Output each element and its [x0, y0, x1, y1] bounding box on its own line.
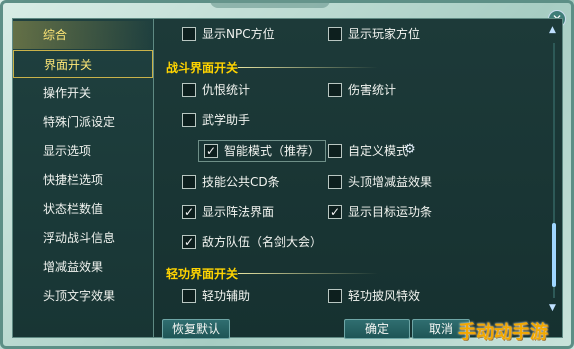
- options-panel: 显示NPC方位 显示玩家方位 战斗界面开关 仇恨统计 伤害统计 武学助手 智能模…: [153, 18, 563, 338]
- checkbox[interactable]: [182, 27, 196, 41]
- nav-item-school[interactable]: 特殊门派设定: [13, 108, 153, 136]
- nav-item-floating-combat[interactable]: 浮动战斗信息: [13, 224, 153, 252]
- nav-item-statusbar[interactable]: 状态栏数值: [13, 195, 153, 223]
- restore-default-button[interactable]: 恢复默认: [162, 319, 230, 339]
- section-title-combat: 战斗界面开关: [166, 61, 239, 75]
- scroll-up-icon[interactable]: ▲: [549, 25, 556, 35]
- window-ornament: [210, 0, 330, 8]
- section-divider: [238, 273, 378, 274]
- nav-item-hotbar[interactable]: 快捷栏选项: [13, 166, 153, 194]
- checkbox[interactable]: [328, 175, 342, 189]
- checkbox[interactable]: [182, 175, 196, 189]
- checkbox[interactable]: [182, 113, 196, 127]
- gear-icon[interactable]: ⚙: [404, 142, 416, 157]
- ok-button[interactable]: 确定: [344, 319, 410, 339]
- settings-window: ✕ 综合 界面开关 操作开关 特殊门派设定 显示选项 快捷栏选项 状态栏数值 浮…: [0, 0, 574, 349]
- scroll-thumb[interactable]: [552, 223, 556, 287]
- checkbox-checked[interactable]: [182, 233, 196, 251]
- checkbox-checked[interactable]: [182, 203, 196, 221]
- nav-item-head-text[interactable]: 头顶文字效果: [13, 282, 153, 310]
- nav-item-interface[interactable]: 界面开关: [13, 50, 153, 78]
- checkbox-checked[interactable]: [328, 203, 342, 221]
- checkbox[interactable]: [328, 83, 342, 97]
- checkbox[interactable]: [328, 144, 342, 158]
- scrollbar[interactable]: ▲ ▼: [549, 25, 558, 315]
- nav-item-display[interactable]: 显示选项: [13, 137, 153, 165]
- settings-nav: 综合 界面开关 操作开关 特殊门派设定 显示选项 快捷栏选项 状态栏数值 浮动战…: [12, 18, 154, 338]
- checkbox-checked[interactable]: [204, 142, 218, 160]
- scroll-down-icon[interactable]: ▼: [549, 303, 556, 313]
- checkbox[interactable]: [328, 289, 342, 303]
- checkbox[interactable]: [328, 27, 342, 41]
- nav-item-operation[interactable]: 操作开关: [13, 79, 153, 107]
- nav-item-general[interactable]: 综合: [13, 21, 153, 49]
- checkbox[interactable]: [182, 83, 196, 97]
- checkbox[interactable]: [182, 289, 196, 303]
- nav-item-buffs[interactable]: 增减益效果: [13, 253, 153, 281]
- section-divider: [238, 67, 378, 68]
- watermark-logo: 手动动手游: [458, 322, 548, 343]
- section-title-qinggong: 轻功界面开关: [166, 267, 239, 281]
